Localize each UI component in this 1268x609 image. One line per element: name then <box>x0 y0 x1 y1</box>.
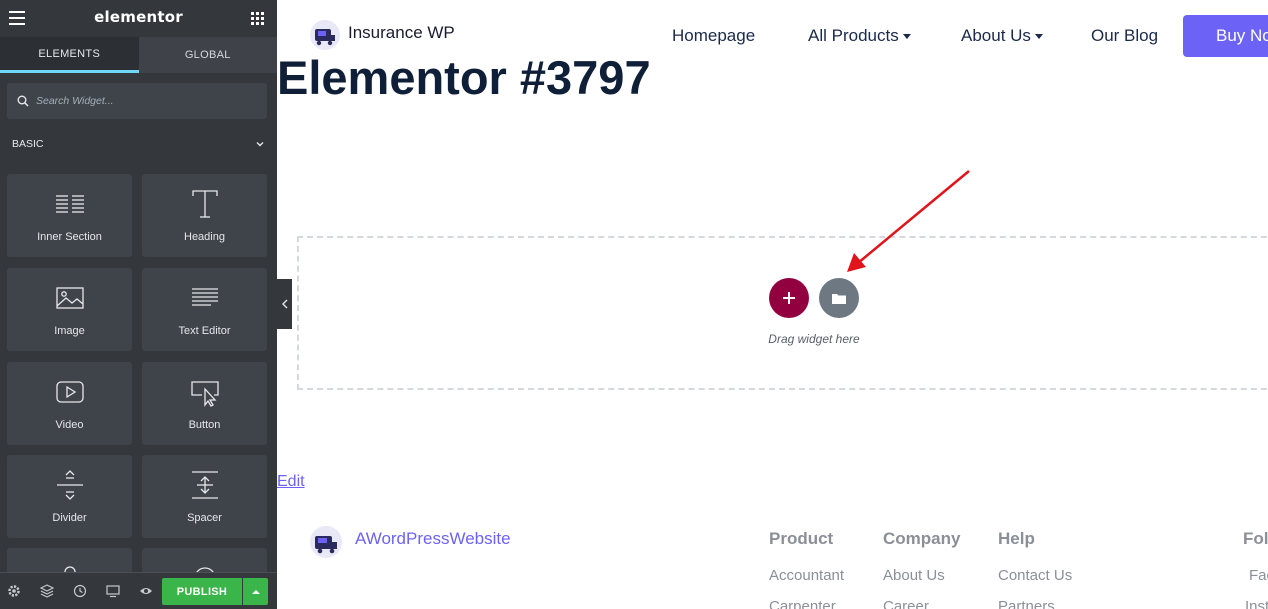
button-icon <box>190 381 219 407</box>
nav-label: About Us <box>961 26 1031 45</box>
footer-link[interactable]: Contact Us <box>998 567 1072 584</box>
image-icon <box>55 287 84 309</box>
widget-inner-section[interactable]: Inner Section <box>7 174 132 257</box>
buy-now-button[interactable]: Buy Now <box>1183 15 1268 57</box>
nav-label: All Products <box>808 26 899 45</box>
search-icon <box>17 95 29 107</box>
footer-link[interactable]: Carpenter <box>769 598 836 609</box>
heading-icon <box>191 190 218 218</box>
footer-link[interactable]: Partners <box>998 598 1055 609</box>
site-logo-icon[interactable] <box>309 19 341 51</box>
footer-heading-help: Help <box>998 529 1035 548</box>
page-title: Elementor #3797 <box>277 51 651 104</box>
elementor-logo: elementor <box>94 8 183 26</box>
publish-button[interactable]: PUBLISH <box>162 578 242 605</box>
footer-link[interactable]: About Us <box>883 567 945 584</box>
folder-icon <box>832 293 846 304</box>
site-name[interactable]: Insurance WP <box>348 23 455 43</box>
widget-label: Heading <box>184 231 225 243</box>
footer-heading-company: Company <box>883 529 961 548</box>
widget-label: Divider <box>52 512 87 524</box>
add-template-button[interactable] <box>819 278 859 318</box>
tab-global[interactable]: GLOBAL <box>138 37 277 73</box>
category-basic-header[interactable]: BASIC <box>12 132 265 156</box>
footer-link[interactable]: Accountant <box>769 567 844 584</box>
footer-logo-icon[interactable] <box>309 525 343 559</box>
nav-our-blog[interactable]: Our Blog <box>1091 26 1158 46</box>
annotation-arrow <box>847 170 970 272</box>
nav-label: Our Blog <box>1091 26 1159 45</box>
panel-tabs: ELEMENTS GLOBAL <box>0 37 277 73</box>
plus-icon <box>783 292 795 304</box>
widget-image[interactable]: Image <box>7 268 132 351</box>
nav-about-us[interactable]: About Us <box>961 26 1043 46</box>
widget-text-editor[interactable]: Text Editor <box>142 268 267 351</box>
widget-heading[interactable]: Heading <box>142 174 267 257</box>
spacer-icon <box>191 471 218 499</box>
category-label: BASIC <box>12 138 44 150</box>
footer-heading-product: Product <box>769 529 834 548</box>
responsive-icon[interactable] <box>106 584 120 598</box>
caret-down-icon <box>1034 34 1043 39</box>
divider-icon <box>56 470 83 500</box>
tab-elements[interactable]: ELEMENTS <box>0 37 139 73</box>
publish-options-button[interactable] <box>243 578 268 605</box>
footer-link[interactable]: Facebook <box>1249 567 1268 584</box>
widget-search <box>7 83 267 119</box>
widgets-grid-icon[interactable] <box>251 12 264 25</box>
nav-all-products[interactable]: All Products <box>808 26 911 46</box>
drag-widget-hint: Drag widget here <box>768 332 860 346</box>
footer-link[interactable]: Career <box>883 598 929 609</box>
elementor-panel: elementor ELEMENTS GLOBAL BASIC Inner Se… <box>0 0 277 609</box>
add-section-button[interactable] <box>769 278 809 318</box>
settings-icon[interactable] <box>7 584 21 598</box>
panel-footer: PUBLISH <box>0 572 277 609</box>
widget-spacer[interactable]: Spacer <box>142 455 267 538</box>
caret-down-icon <box>902 34 911 39</box>
widget-video[interactable]: Video <box>7 362 132 445</box>
widget-label: Spacer <box>187 512 222 524</box>
inner-section-icon <box>55 195 84 213</box>
footer-brand[interactable]: AWordPressWebsite <box>355 529 511 549</box>
preview-icon[interactable] <box>139 584 153 598</box>
history-icon[interactable] <box>73 584 87 598</box>
widget-button[interactable]: Button <box>142 362 267 445</box>
widget-label: Video <box>55 419 84 431</box>
panel-header: elementor <box>0 0 277 37</box>
video-icon <box>55 381 84 403</box>
navigator-icon[interactable] <box>40 584 54 598</box>
edit-link[interactable]: Edit <box>277 473 305 491</box>
widget-label: Button <box>188 419 221 431</box>
text-editor-icon <box>191 288 218 306</box>
widget-label: Inner Section <box>37 231 102 243</box>
nav-homepage[interactable]: Homepage <box>672 26 755 46</box>
widget-label: Image <box>54 325 85 337</box>
search-input[interactable] <box>36 95 236 107</box>
widget-divider[interactable]: Divider <box>7 455 132 538</box>
panel-collapse-toggle[interactable] <box>277 279 292 329</box>
widget-label: Text Editor <box>178 325 231 337</box>
footer-link[interactable]: Instagram <box>1245 598 1268 609</box>
footer-heading-follow: Follow <box>1243 529 1268 548</box>
caret-up-icon <box>251 589 260 594</box>
chevron-left-icon <box>281 299 287 309</box>
chevron-down-icon <box>256 142 264 147</box>
nav-label: Homepage <box>672 26 756 45</box>
